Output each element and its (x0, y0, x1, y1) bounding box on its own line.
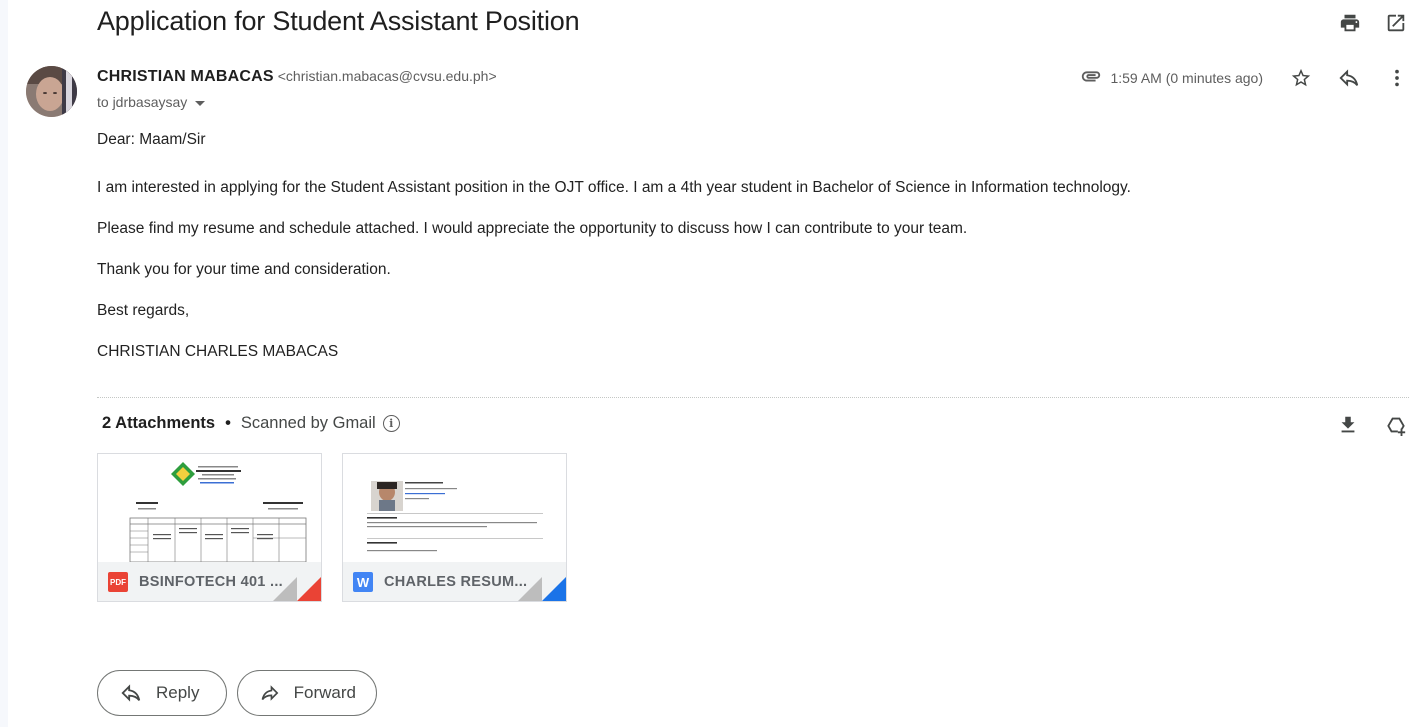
pdf-file-icon: PDF (108, 572, 128, 592)
recipient-line[interactable]: to jdrbasaysay (97, 94, 206, 110)
forward-label: Forward (293, 683, 356, 702)
download-icon (1341, 416, 1355, 433)
top-actions (1337, 10, 1409, 36)
open-in-new-window-button[interactable] (1383, 10, 1409, 36)
sender-avatar[interactable] (26, 66, 77, 117)
sender-email: <christian.mabacas@cvsu.edu.ph> (277, 68, 497, 84)
body-paragraph-1: I am interested in applying for the Stud… (97, 179, 1131, 196)
open-in-new-window-icon (1387, 14, 1405, 32)
attachment-name-pdf: BSINFOTECH 401 ... (139, 574, 283, 590)
body-greeting: Dear: Maam/Sir (97, 131, 206, 148)
attachment-name-doc: CHARLES RESUM... (384, 574, 528, 590)
attachment-thumbnail-pdf (98, 454, 321, 562)
doc-corner-accent (542, 577, 566, 601)
attachments-header: 2 Attachments • Scanned by Gmail i (102, 414, 400, 433)
body-signature: CHRISTIAN CHARLES MABACAS (97, 343, 339, 360)
sender-line: CHRISTIAN MABACAS <christian.mabacas@cvsu… (97, 68, 497, 86)
body-paragraph-3: Thank you for your time and consideratio… (97, 261, 391, 278)
star-icon (1291, 68, 1311, 87)
page-fold-shade (273, 577, 297, 601)
left-edge-strip (0, 0, 8, 727)
reply-icon (1339, 69, 1359, 87)
attachments-count: 2 Attachments (102, 414, 216, 432)
print-button[interactable] (1337, 10, 1363, 36)
body-paragraph-2: Please find my resume and schedule attac… (97, 220, 968, 237)
email-subject: Application for Student Assistant Positi… (97, 6, 580, 36)
reply-button-header[interactable] (1337, 66, 1361, 90)
add-to-drive-icon (1387, 417, 1406, 436)
pdf-corner-accent (297, 577, 321, 601)
pdf-preview-image (129, 462, 307, 562)
reply-icon (121, 684, 141, 702)
forward-button[interactable]: Forward (237, 670, 377, 716)
attachments-actions (1335, 412, 1409, 438)
word-file-icon: W (353, 572, 373, 592)
attachment-card-doc[interactable]: W CHARLES RESUM... (342, 453, 567, 602)
download-all-button[interactable] (1335, 412, 1361, 438)
reply-actions: Reply Forward (97, 670, 377, 716)
message-meta: 1:59 AM (0 minutes ago) (1080, 66, 1409, 90)
attachment-card-pdf[interactable]: PDF BSINFOTECH 401 ... (97, 453, 322, 602)
info-icon[interactable]: i (382, 415, 400, 432)
body-closing: Best regards, (97, 302, 190, 319)
reply-button[interactable]: Reply (97, 670, 227, 716)
reply-label: Reply (156, 683, 200, 702)
star-button[interactable] (1289, 66, 1313, 90)
page-fold-shade (518, 577, 542, 601)
paperclip-icon (1080, 65, 1102, 92)
scanned-by-gmail: Scanned by Gmail (240, 414, 376, 432)
attachment-thumbnail-doc (343, 454, 566, 562)
add-to-drive-button[interactable] (1383, 412, 1409, 438)
more-options-button[interactable] (1385, 66, 1409, 90)
message-timestamp: 1:59 AM (0 minutes ago) (1110, 70, 1263, 86)
doc-preview-image (367, 481, 543, 552)
print-icon (1340, 14, 1360, 32)
avatar-photo (26, 66, 77, 117)
attachments-divider (97, 397, 1409, 398)
recipient-text: to jdrbasaysay (97, 94, 188, 110)
sender-name[interactable]: CHRISTIAN MABACAS (97, 68, 274, 85)
show-details-chevron-icon[interactable] (195, 100, 206, 106)
more-vert-icon (1395, 69, 1399, 87)
forward-icon (261, 685, 279, 701)
separator-dot: • (225, 414, 231, 432)
